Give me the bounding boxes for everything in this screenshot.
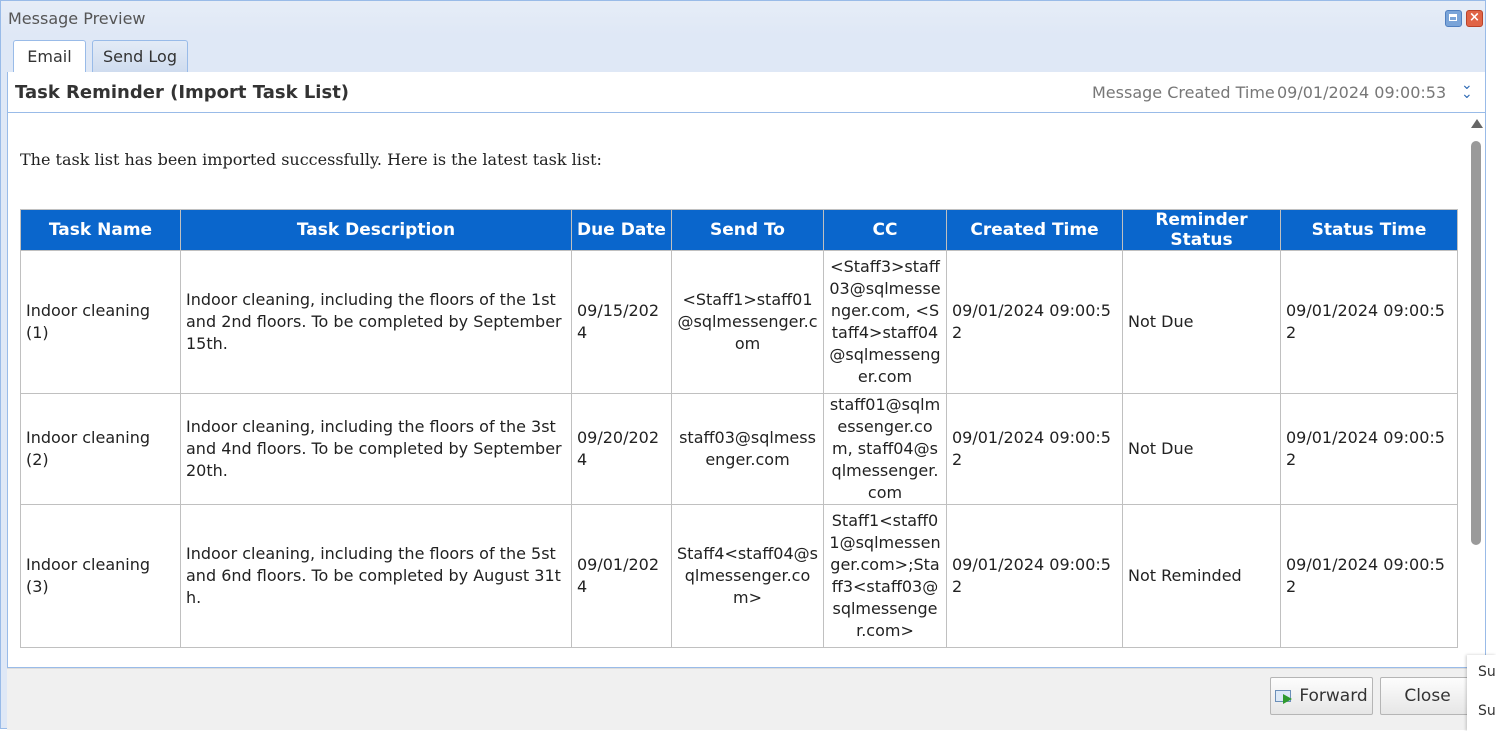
tab-email[interactable]: Email (13, 40, 86, 73)
cell-status-time: 09/01/2024 09:00:52 (1280, 393, 1458, 505)
cell-reminder-status: Not Due (1122, 250, 1281, 394)
cell-created-time: 09/01/2024 09:00:52 (946, 504, 1123, 648)
cell-cc: staff01@sqlmessenger.com, staff04@sqlmes… (823, 393, 947, 505)
vertical-scrollbar[interactable] (1467, 113, 1485, 667)
menu-item-fragment[interactable]: Su (1478, 703, 1496, 719)
maximize-icon[interactable] (1445, 10, 1462, 27)
cell-created-time: 09/01/2024 09:00:52 (946, 250, 1123, 394)
cell-send-to: staff03@sqlmessenger.com (671, 393, 824, 505)
header-task-name: Task Name (20, 209, 181, 251)
title-bar: Message Preview × (1, 1, 1485, 35)
task-table: Task Name Task Description Due Date Send… (20, 209, 1458, 648)
cell-task-description: Indoor cleaning, including the floors of… (180, 393, 572, 505)
forward-button[interactable]: Forward (1270, 677, 1373, 715)
cell-reminder-status: Not Reminded (1122, 504, 1281, 648)
table-row: Indoor cleaning (2) Indoor cleaning, inc… (20, 393, 1458, 505)
created-time-value: 09/01/2024 09:00:53 (1277, 83, 1447, 102)
cell-cc: <Staff3>staff03@sqlmessenger.com, <Staff… (823, 250, 947, 394)
window-title: Message Preview (8, 9, 146, 28)
cell-task-name: Indoor cleaning (2) (20, 393, 181, 505)
table-row: Indoor cleaning (3) Indoor cleaning, inc… (20, 504, 1458, 648)
header-created-time: Created Time (946, 209, 1123, 251)
table-row: Indoor cleaning (1) Indoor cleaning, inc… (20, 250, 1458, 394)
cell-status-time: 09/01/2024 09:00:52 (1280, 504, 1458, 648)
email-panel: Task Reminder (Import Task List) Message… (7, 72, 1486, 668)
cell-task-name: Indoor cleaning (3) (20, 504, 181, 648)
header-status-time: Status Time (1280, 209, 1458, 251)
scroll-up-arrow-icon[interactable] (1471, 119, 1483, 128)
cell-due-date: 09/15/2024 (571, 250, 672, 394)
close-button[interactable]: Close (1380, 677, 1475, 715)
forward-button-label: Forward (1299, 686, 1368, 706)
table-header-row: Task Name Task Description Due Date Send… (20, 209, 1458, 251)
message-subject: Task Reminder (Import Task List) (15, 82, 350, 103)
forward-mail-icon (1275, 688, 1295, 704)
cell-created-time: 09/01/2024 09:00:52 (946, 393, 1123, 505)
close-icon[interactable]: × (1466, 10, 1483, 27)
cell-reminder-status: Not Due (1122, 393, 1281, 505)
double-chevron-down-icon[interactable]: ⌄ ⌄ (1461, 78, 1475, 101)
created-time-label: Message Created Time (1092, 83, 1275, 102)
header-task-description: Task Description (180, 209, 572, 251)
scroll-thumb[interactable] (1471, 141, 1481, 545)
cell-send-to: Staff4<staff04@sqlmessenger.com> (671, 504, 824, 648)
tab-strip: Email Send Log (7, 35, 1480, 73)
intro-text: The task list has been imported successf… (20, 150, 602, 169)
cell-task-description: Indoor cleaning, including the floors of… (180, 250, 572, 394)
cell-status-time: 09/01/2024 09:00:52 (1280, 250, 1458, 394)
cell-task-description: Indoor cleaning, including the floors of… (180, 504, 572, 648)
header-reminder-status: Reminder Status (1122, 209, 1281, 251)
message-body: The task list has been imported successf… (8, 113, 1467, 667)
footer-bar: Forward Close (7, 668, 1486, 730)
cell-task-name: Indoor cleaning (1) (20, 250, 181, 394)
header-cc: CC (823, 209, 947, 251)
cell-due-date: 09/01/2024 (571, 504, 672, 648)
tab-send-log[interactable]: Send Log (92, 40, 188, 72)
background-menu-fragment: Su Su (1467, 655, 1496, 731)
header-due-date: Due Date (571, 209, 672, 251)
message-preview-window: Message Preview × Email Send Log Task Re… (0, 0, 1486, 730)
cell-send-to: <Staff1>staff01@sqlmessenger.com (671, 250, 824, 394)
cell-cc: Staff1<staff01@sqlmessenger.com>;Staff3<… (823, 504, 947, 648)
header-send-to: Send To (671, 209, 824, 251)
menu-item-fragment[interactable]: Su (1478, 664, 1496, 680)
subject-bar: Task Reminder (Import Task List) Message… (8, 72, 1485, 113)
cell-due-date: 09/20/2024 (571, 393, 672, 505)
